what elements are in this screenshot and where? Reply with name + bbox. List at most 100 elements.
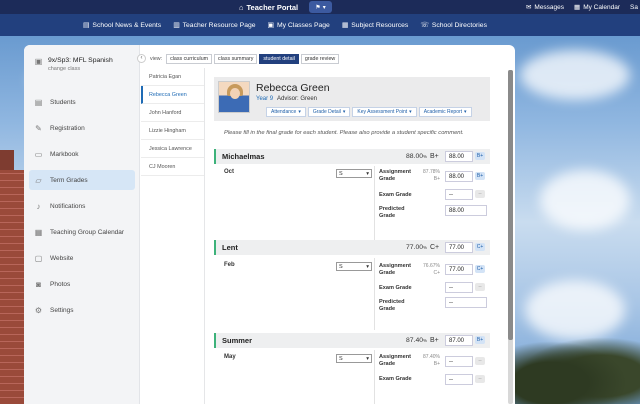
grade-letter-badge: --	[475, 375, 485, 383]
tab-class-curriculum[interactable]: class curriculum	[166, 54, 213, 64]
student-item[interactable]: Lizzie Hingham	[141, 122, 204, 140]
grade-select[interactable]: S ▾	[336, 262, 372, 271]
portal-title[interactable]: ⌂ Teacher Portal	[239, 0, 298, 14]
predicted-grade-label: Predicted Grade	[379, 206, 405, 219]
class-header[interactable]: ▣ 9x/Sp3: MFL Spanish change class	[34, 57, 113, 72]
top-bar: ⌂ Teacher Portal ⚑ ▾ ✉ Messages ▦ My Cal…	[0, 0, 640, 14]
background-cloud	[520, 50, 630, 100]
exam-grade-label: Exam Grade	[379, 192, 412, 198]
messages-link[interactable]: ✉ Messages	[525, 3, 564, 12]
scrollbar-thumb[interactable]	[508, 70, 513, 340]
my-calendar-link[interactable]: ▦ My Calendar	[574, 3, 620, 12]
scrollbar[interactable]	[508, 70, 513, 404]
sidebar: ▣ 9x/Sp3: MFL Spanish change class ▤ Stud…	[24, 45, 140, 404]
chevron-down-icon: ▾	[464, 109, 467, 115]
student-list: Patricia Egan Rebecca Green John Hanford…	[141, 68, 205, 404]
collapse-sidebar-button[interactable]: ‹	[137, 54, 146, 63]
grade-letter-badge: --	[475, 190, 485, 198]
sidebar-item-settings[interactable]: ⚙ Settings	[24, 297, 140, 323]
exam-grade-input[interactable]: --	[445, 282, 473, 293]
grade-letter-badge: B+	[475, 336, 485, 344]
sidebar-item-photos[interactable]: ◙ Photos	[24, 271, 140, 297]
class-icon: ▣	[34, 57, 43, 66]
assignment-grade-input[interactable]: 77.00	[445, 264, 473, 275]
sidebar-item-students[interactable]: ▤ Students	[24, 89, 140, 115]
background-cloud	[525, 280, 625, 340]
background-building	[0, 170, 26, 404]
resource-icon: ▥	[173, 22, 180, 29]
folder-icon: ▱	[35, 175, 42, 185]
tab-class-summary[interactable]: class summary	[214, 54, 258, 64]
students-icon: ▤	[34, 97, 43, 107]
student-year: Year 9	[256, 96, 274, 102]
school-logo-icon: ⚑	[315, 4, 321, 11]
exam-grade-input[interactable]: --	[445, 374, 473, 385]
assignment-grade-label: Assignment Grade	[379, 354, 412, 367]
news-icon: ▤	[83, 22, 90, 29]
envelope-icon: ✉	[525, 4, 532, 11]
grade-select[interactable]: S ▾	[336, 169, 372, 178]
nav-item-news[interactable]: ▤ School News & Events	[83, 21, 161, 30]
view-label: view:	[150, 56, 163, 62]
background-tree	[512, 334, 640, 404]
student-header: Rebecca Green Year 9 Advisor: Green Atte…	[214, 77, 490, 121]
assignment-score: 87.78% B+	[423, 169, 440, 182]
grade-detail-dropdown[interactable]: Grade Detail ▾	[307, 107, 351, 117]
student-item[interactable]: CJ Mooren	[141, 158, 204, 176]
gear-icon: ⚙	[34, 305, 43, 315]
assignment-grade-input[interactable]: 88.00	[445, 171, 473, 182]
student-advisor: Advisor: Green	[277, 96, 318, 102]
bell-icon: ♪	[36, 201, 41, 211]
tab-student-detail[interactable]: student detail	[259, 54, 299, 64]
grade-letter-badge: --	[475, 283, 485, 291]
classes-icon: ▣	[267, 22, 274, 29]
change-class-link[interactable]: change class	[48, 66, 113, 72]
nav-item-subject-resources[interactable]: ▦ Subject Resources	[341, 21, 408, 30]
student-item[interactable]: Jessica Lawrence	[141, 140, 204, 158]
sidebar-item-teaching-group-calendar[interactable]: ▦ Teaching Group Calendar	[24, 219, 140, 245]
term-grade-input[interactable]: 88.00	[445, 151, 473, 162]
nav-item-my-classes[interactable]: ▣ My Classes Page	[267, 21, 330, 30]
key-assessment-dropdown[interactable]: Key Assessment Point ▾	[352, 107, 417, 117]
assignment-score: 76.67% C+	[423, 263, 440, 276]
calendar-icon: ▦	[574, 4, 581, 11]
student-item-selected[interactable]: Rebecca Green	[141, 86, 204, 104]
month-label: Oct	[224, 169, 235, 175]
grade-letter-badge: C+	[475, 243, 485, 251]
assignment-grade-label: Assignment Grade	[379, 169, 412, 182]
term-grade-input[interactable]: 87.00	[445, 335, 473, 346]
nav-item-school-directories[interactable]: ☏ School Directories	[420, 21, 487, 30]
chevron-down-icon: ▾	[366, 170, 369, 177]
student-name: Rebecca Green	[256, 82, 330, 94]
chevron-left-icon: ‹	[140, 55, 143, 61]
predicted-grade-input[interactable]: 88.00	[445, 205, 487, 216]
home-icon: ⌂	[239, 2, 244, 12]
term-grade-input[interactable]: 77.00	[445, 242, 473, 253]
user-menu[interactable]: Sa	[630, 4, 638, 11]
sidebar-item-term-grades[interactable]: ▱ Term Grades	[29, 170, 135, 190]
sidebar-item-registration[interactable]: ✎ Registration	[24, 115, 140, 141]
sidebar-item-website[interactable]: ▢ Website	[24, 245, 140, 271]
academic-report-dropdown[interactable]: Academic Report ▾	[418, 107, 472, 117]
exam-grade-label: Exam Grade	[379, 285, 412, 291]
sidebar-item-notifications[interactable]: ♪ Notifications	[24, 193, 140, 219]
chevron-down-icon: ▾	[322, 4, 326, 11]
grade-letter-badge: --	[475, 357, 485, 365]
student-item[interactable]: Patricia Egan	[141, 68, 204, 86]
chevron-down-icon: ▾	[409, 109, 412, 115]
subject-icon: ▦	[341, 22, 349, 29]
tab-grade-review[interactable]: grade review	[300, 54, 340, 64]
school-switcher[interactable]: ⚑ ▾	[309, 1, 332, 13]
nav-item-teacher-resource[interactable]: ▥ Teacher Resource Page	[173, 21, 255, 30]
student-item[interactable]: John Hanford	[141, 104, 204, 122]
assignment-grade-input[interactable]: --	[445, 356, 473, 367]
sidebar-item-markbook[interactable]: ▭ Markbook	[24, 141, 140, 167]
predicted-grade-input[interactable]: --	[445, 297, 487, 308]
calendar-icon: ▦	[34, 227, 43, 237]
attendance-dropdown[interactable]: Attendance ▾	[266, 107, 306, 117]
grade-select[interactable]: S ▾	[336, 354, 372, 363]
class-title: 9x/Sp3: MFL Spanish	[48, 57, 113, 64]
exam-grade-input[interactable]: --	[445, 189, 473, 200]
nav-bar: ▤ School News & Events ▥ Teacher Resource …	[0, 14, 640, 36]
month-label: Feb	[224, 262, 235, 268]
